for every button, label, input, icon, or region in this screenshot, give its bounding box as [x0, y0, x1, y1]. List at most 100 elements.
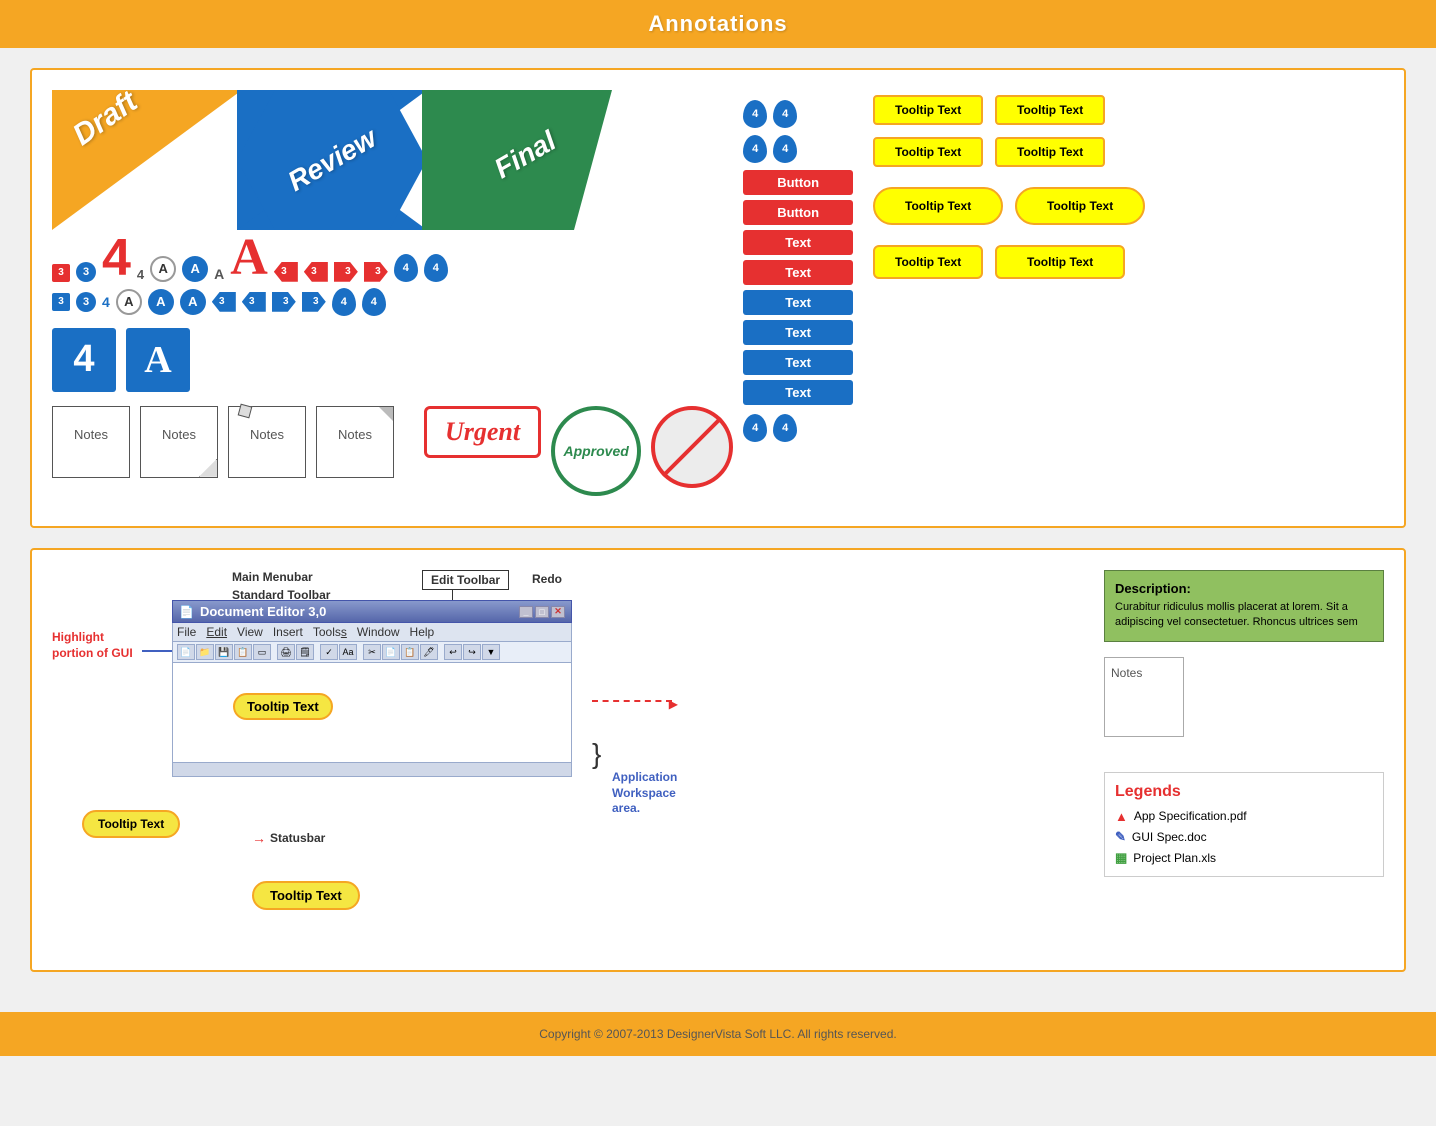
arrow-right-blue-2: 3: [302, 292, 326, 312]
tooltip-rect-4: Tooltip Text: [995, 137, 1105, 167]
editor-maximize[interactable]: □: [535, 606, 549, 618]
banner-review-label: Review: [282, 122, 382, 198]
small-number-4: 4: [137, 267, 144, 282]
tool-saveas[interactable]: 📋: [234, 644, 252, 660]
arrow-right-blue-1: 3: [272, 292, 296, 312]
note-item-1: Notes: [52, 406, 130, 478]
menu-view[interactable]: View: [237, 625, 263, 639]
blue-text-button-2[interactable]: Text: [743, 320, 853, 345]
tooltip-rect-1: Tooltip Text: [873, 95, 983, 125]
red-button-1[interactable]: Button: [743, 170, 853, 195]
tool-spell[interactable]: ✓: [320, 644, 338, 660]
page-title: Annotations: [648, 11, 787, 37]
urgent-label: Urgent: [445, 417, 520, 447]
tool-print[interactable]: 🖨: [277, 644, 295, 660]
legend-icon-pdf: ▲: [1115, 809, 1128, 824]
arrow-left-badge-1: 3: [274, 262, 298, 282]
tool-thes[interactable]: Aa: [339, 644, 357, 660]
drop-top-1: 4: [743, 100, 767, 128]
blue-text-button-1[interactable]: Text: [743, 290, 853, 315]
badge-white-A-2: A: [116, 289, 142, 315]
tool-more[interactable]: ▼: [482, 644, 500, 660]
label-statusbar: Statusbar: [270, 831, 325, 845]
menu-tools[interactable]: Toolss: [313, 625, 347, 639]
tool-format[interactable]: 🖊: [420, 644, 438, 660]
editor-statusbar: [172, 763, 572, 777]
red-button-2[interactable]: Button: [743, 200, 853, 225]
tool-save[interactable]: 💾: [215, 644, 233, 660]
tooltip-cloud-1: Tooltip Text: [873, 187, 1003, 225]
badge-blue-A: A: [182, 256, 208, 282]
tool-copy[interactable]: 📄: [382, 644, 400, 660]
notes-diagram-label: Notes: [1111, 666, 1142, 680]
editor-body: Tooltip Text: [172, 663, 572, 763]
legend-item-xls: ▦ Project Plan.xls: [1115, 850, 1373, 866]
red-text-button-2[interactable]: Text: [743, 260, 853, 285]
no-sign: [651, 406, 733, 488]
stamp-letter-A: A: [126, 328, 190, 392]
blue-text-button-4[interactable]: Text: [743, 380, 853, 405]
legend-icon-xls: ▦: [1115, 850, 1127, 866]
label-edit-toolbar: Edit Toolbar: [422, 570, 509, 590]
editor-close[interactable]: ✕: [551, 606, 565, 618]
legend-label-xls: Project Plan.xls: [1133, 851, 1216, 865]
approved-label: Approved: [563, 443, 628, 459]
editor-minimize[interactable]: _: [519, 606, 533, 618]
notes-box-diagram: Notes: [1104, 657, 1184, 737]
tool-new[interactable]: 📄: [177, 644, 195, 660]
menu-file[interactable]: File: [177, 625, 196, 639]
main-content: Draft Review Final: [0, 48, 1436, 992]
note-label-2: Notes: [141, 407, 217, 448]
footer: Copyright © 2007-2013 DesignerVista Soft…: [0, 1012, 1436, 1056]
badge-red-3-1: 3: [52, 264, 70, 282]
tooltip-speech-2: Tooltip Text: [995, 245, 1125, 279]
blue-text-button-3[interactable]: Text: [743, 350, 853, 375]
legend-icon-doc: ✎: [1115, 829, 1126, 845]
approved-stamp: Approved: [551, 406, 641, 496]
tool-undo[interactable]: ↩: [444, 644, 462, 660]
tool-cut[interactable]: ✂: [363, 644, 381, 660]
urgent-stamp: Urgent: [424, 406, 541, 458]
tool-open[interactable]: 📁: [196, 644, 214, 660]
menu-edit[interactable]: Edit: [206, 625, 227, 639]
tooltip-cloud-2: Tooltip Text: [1015, 187, 1145, 225]
tool-redo[interactable]: ↪: [463, 644, 481, 660]
banner-review: Review: [237, 90, 427, 230]
legends-box: Legends ▲ App Specification.pdf ✎ GUI Sp…: [1104, 772, 1384, 877]
label-workspace: Application Workspace area.: [612, 770, 692, 817]
description-text: Curabitur ridiculus mollis placerat at l…: [1115, 600, 1373, 631]
tool-rect[interactable]: ▭: [253, 644, 271, 660]
num-4-blue: 4: [102, 294, 110, 310]
menu-help[interactable]: Help: [410, 625, 435, 639]
arrow-left-blue-1: 3: [212, 292, 236, 312]
diagram-area: Main Menubar Standard Toolbar Edit Toolb…: [30, 548, 1406, 972]
note-label-1: Notes: [53, 407, 129, 448]
red-text-button-1[interactable]: Text: [743, 230, 853, 255]
document-editor: 📄 Document Editor 3,0 _ □ ✕ File Edit Vi…: [172, 600, 572, 777]
note-item-3: Notes: [228, 406, 306, 478]
drop-mid-2: 4: [773, 135, 797, 163]
drop-bot-2: 4: [773, 414, 797, 442]
drop-top-2: 4: [773, 100, 797, 128]
legends-title: Legends: [1115, 783, 1373, 801]
header-bar: Annotations: [0, 0, 1436, 48]
description-box: Description: Curabitur ridiculus mollis …: [1104, 570, 1384, 642]
drop-badge-4-3: 4: [332, 288, 356, 316]
menu-window[interactable]: Window: [357, 625, 400, 639]
editor-icon: 📄: [179, 605, 194, 619]
note-fold-2: [199, 459, 217, 477]
legend-label-pdf: App Specification.pdf: [1134, 809, 1247, 823]
tool-paste[interactable]: 📋: [401, 644, 419, 660]
badge-blue-circle-3: 3: [76, 262, 96, 282]
drop-bot-1: 4: [743, 414, 767, 442]
tooltip-speech-1: Tooltip Text: [873, 245, 983, 279]
tooltip-bottom: Tooltip Text: [252, 881, 360, 910]
drop-mid-1: 4: [743, 135, 767, 163]
note-item-4: Notes: [316, 406, 394, 478]
tool-print2[interactable]: 🗒: [296, 644, 314, 660]
editor-title: Document Editor 3,0: [200, 604, 519, 619]
label-main-menubar: Main Menubar: [232, 570, 313, 584]
drop-badge-4-1: 4: [394, 254, 418, 282]
menu-insert[interactable]: Insert: [273, 625, 303, 639]
badge-blue-A-2: A: [148, 289, 174, 315]
